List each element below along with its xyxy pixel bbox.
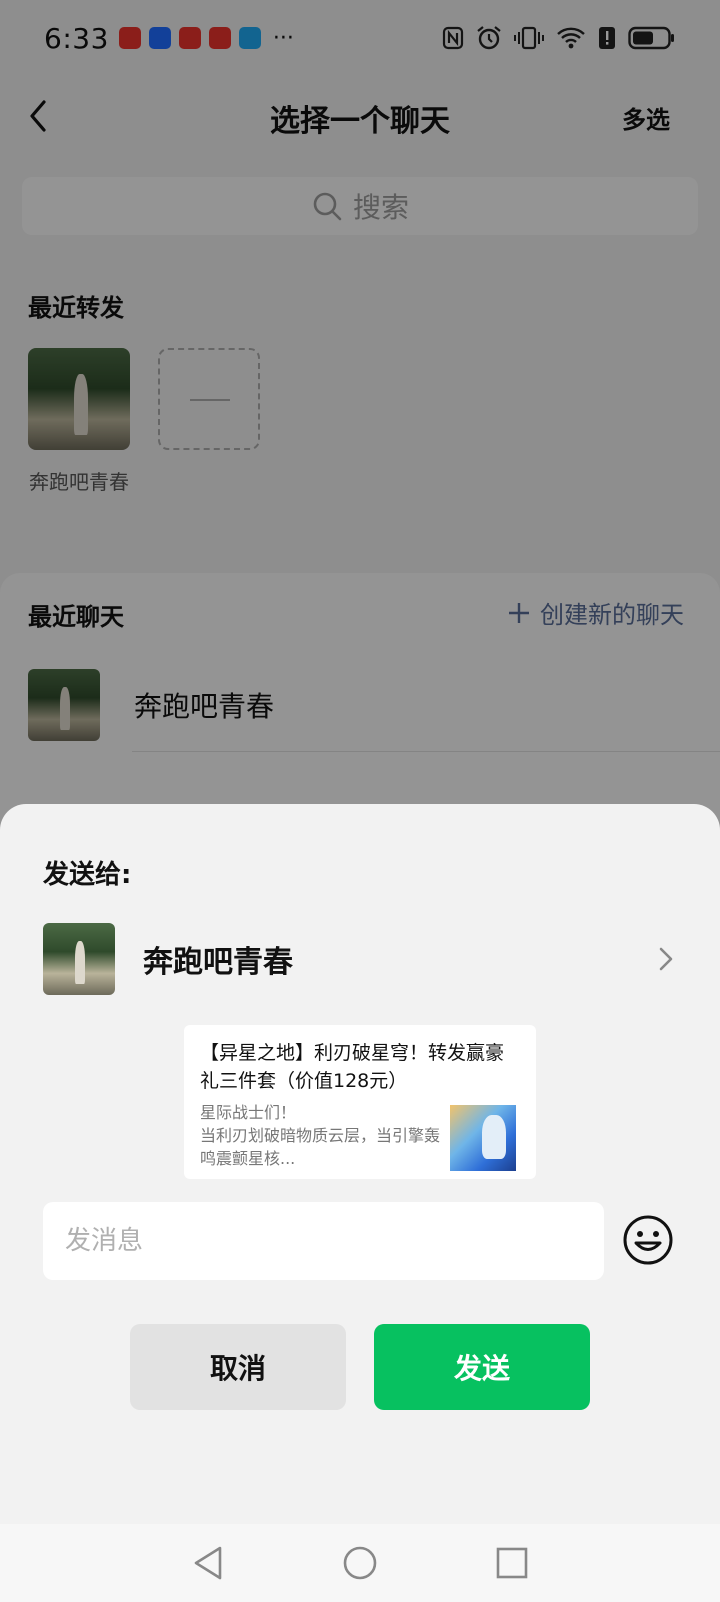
- shared-link-card: 【异星之地】利刃破星穹！转发赢豪礼三件套（价值128元） 星际战士们！ 当利刃划…: [184, 1025, 536, 1179]
- send-dialog: 发送给: 奔跑吧青春 【异星之地】利刃破星穹！转发赢豪礼三件套（价值128元） …: [0, 804, 720, 1524]
- message-input[interactable]: [43, 1202, 604, 1280]
- card-thumbnail: [450, 1105, 516, 1171]
- send-button[interactable]: 发送: [374, 1324, 590, 1410]
- card-title: 【异星之地】利刃破星穹！转发赢豪礼三件套（价值128元）: [200, 1042, 505, 1092]
- recipient-row[interactable]: 奔跑吧青春: [43, 923, 677, 995]
- card-body: 星际战士们！ 当利刃划破暗物质云层，当引擎轰鸣震颤星核...: [200, 1101, 520, 1171]
- avatar: [43, 923, 115, 995]
- emoji-button[interactable]: [622, 1214, 674, 1266]
- smiley-icon: [623, 1215, 673, 1265]
- cancel-button[interactable]: 取消: [130, 1324, 346, 1410]
- system-nav-bar: [0, 1524, 720, 1602]
- nav-recents-icon[interactable]: [496, 1547, 528, 1579]
- chevron-right-icon: [659, 947, 673, 971]
- nav-back-icon[interactable]: [192, 1545, 224, 1581]
- card-description: 星际战士们！ 当利刃划破暗物质云层，当引擎轰鸣震颤星核...: [200, 1103, 441, 1168]
- send-to-label: 发送给:: [43, 860, 132, 890]
- recipient-name: 奔跑吧青春: [143, 945, 293, 980]
- nav-home-icon[interactable]: [342, 1545, 378, 1581]
